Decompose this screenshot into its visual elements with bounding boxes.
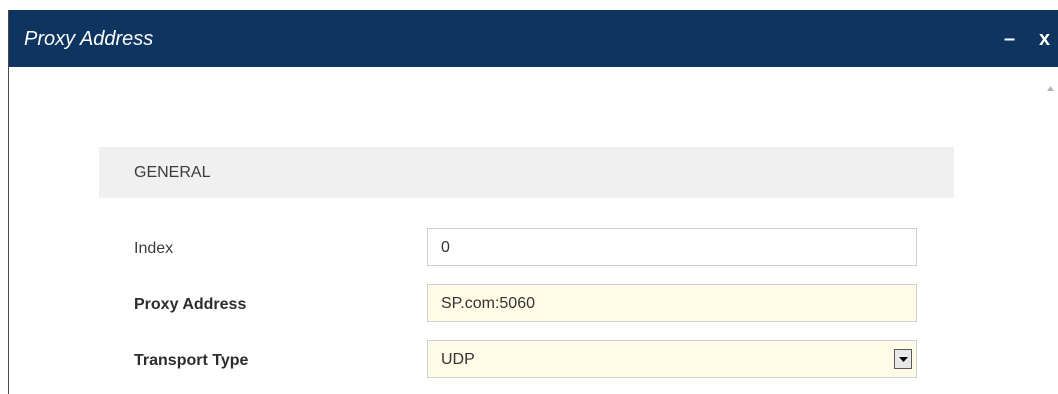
transport-type-label: Transport Type — [134, 352, 249, 369]
close-button[interactable]: x — [1039, 28, 1050, 50]
dropdown-arrow-icon[interactable] — [894, 349, 912, 369]
index-label: Index — [134, 240, 174, 257]
transport-type-select[interactable]: UDP — [427, 340, 917, 378]
dialog-titlebar: Proxy Address – x — [9, 10, 1058, 67]
dialog-title: Proxy Address — [24, 28, 154, 50]
proxy-address-input[interactable]: SP.com:5060 — [427, 284, 917, 322]
scroll-up-icon[interactable] — [1046, 80, 1055, 91]
general-section-header: GENERAL — [99, 147, 954, 198]
section-title: GENERAL — [134, 164, 211, 181]
index-input[interactable]: 0 — [427, 228, 917, 266]
minimize-button[interactable]: – — [1004, 28, 1015, 50]
transport-type-value: UDP — [441, 351, 475, 368]
proxy-address-value: SP.com:5060 — [441, 295, 535, 312]
proxy-address-label: Proxy Address — [134, 296, 247, 313]
proxy-address-dialog: Proxy Address – x GENERAL Index 0 Proxy … — [8, 10, 1058, 394]
index-value: 0 — [441, 239, 450, 256]
